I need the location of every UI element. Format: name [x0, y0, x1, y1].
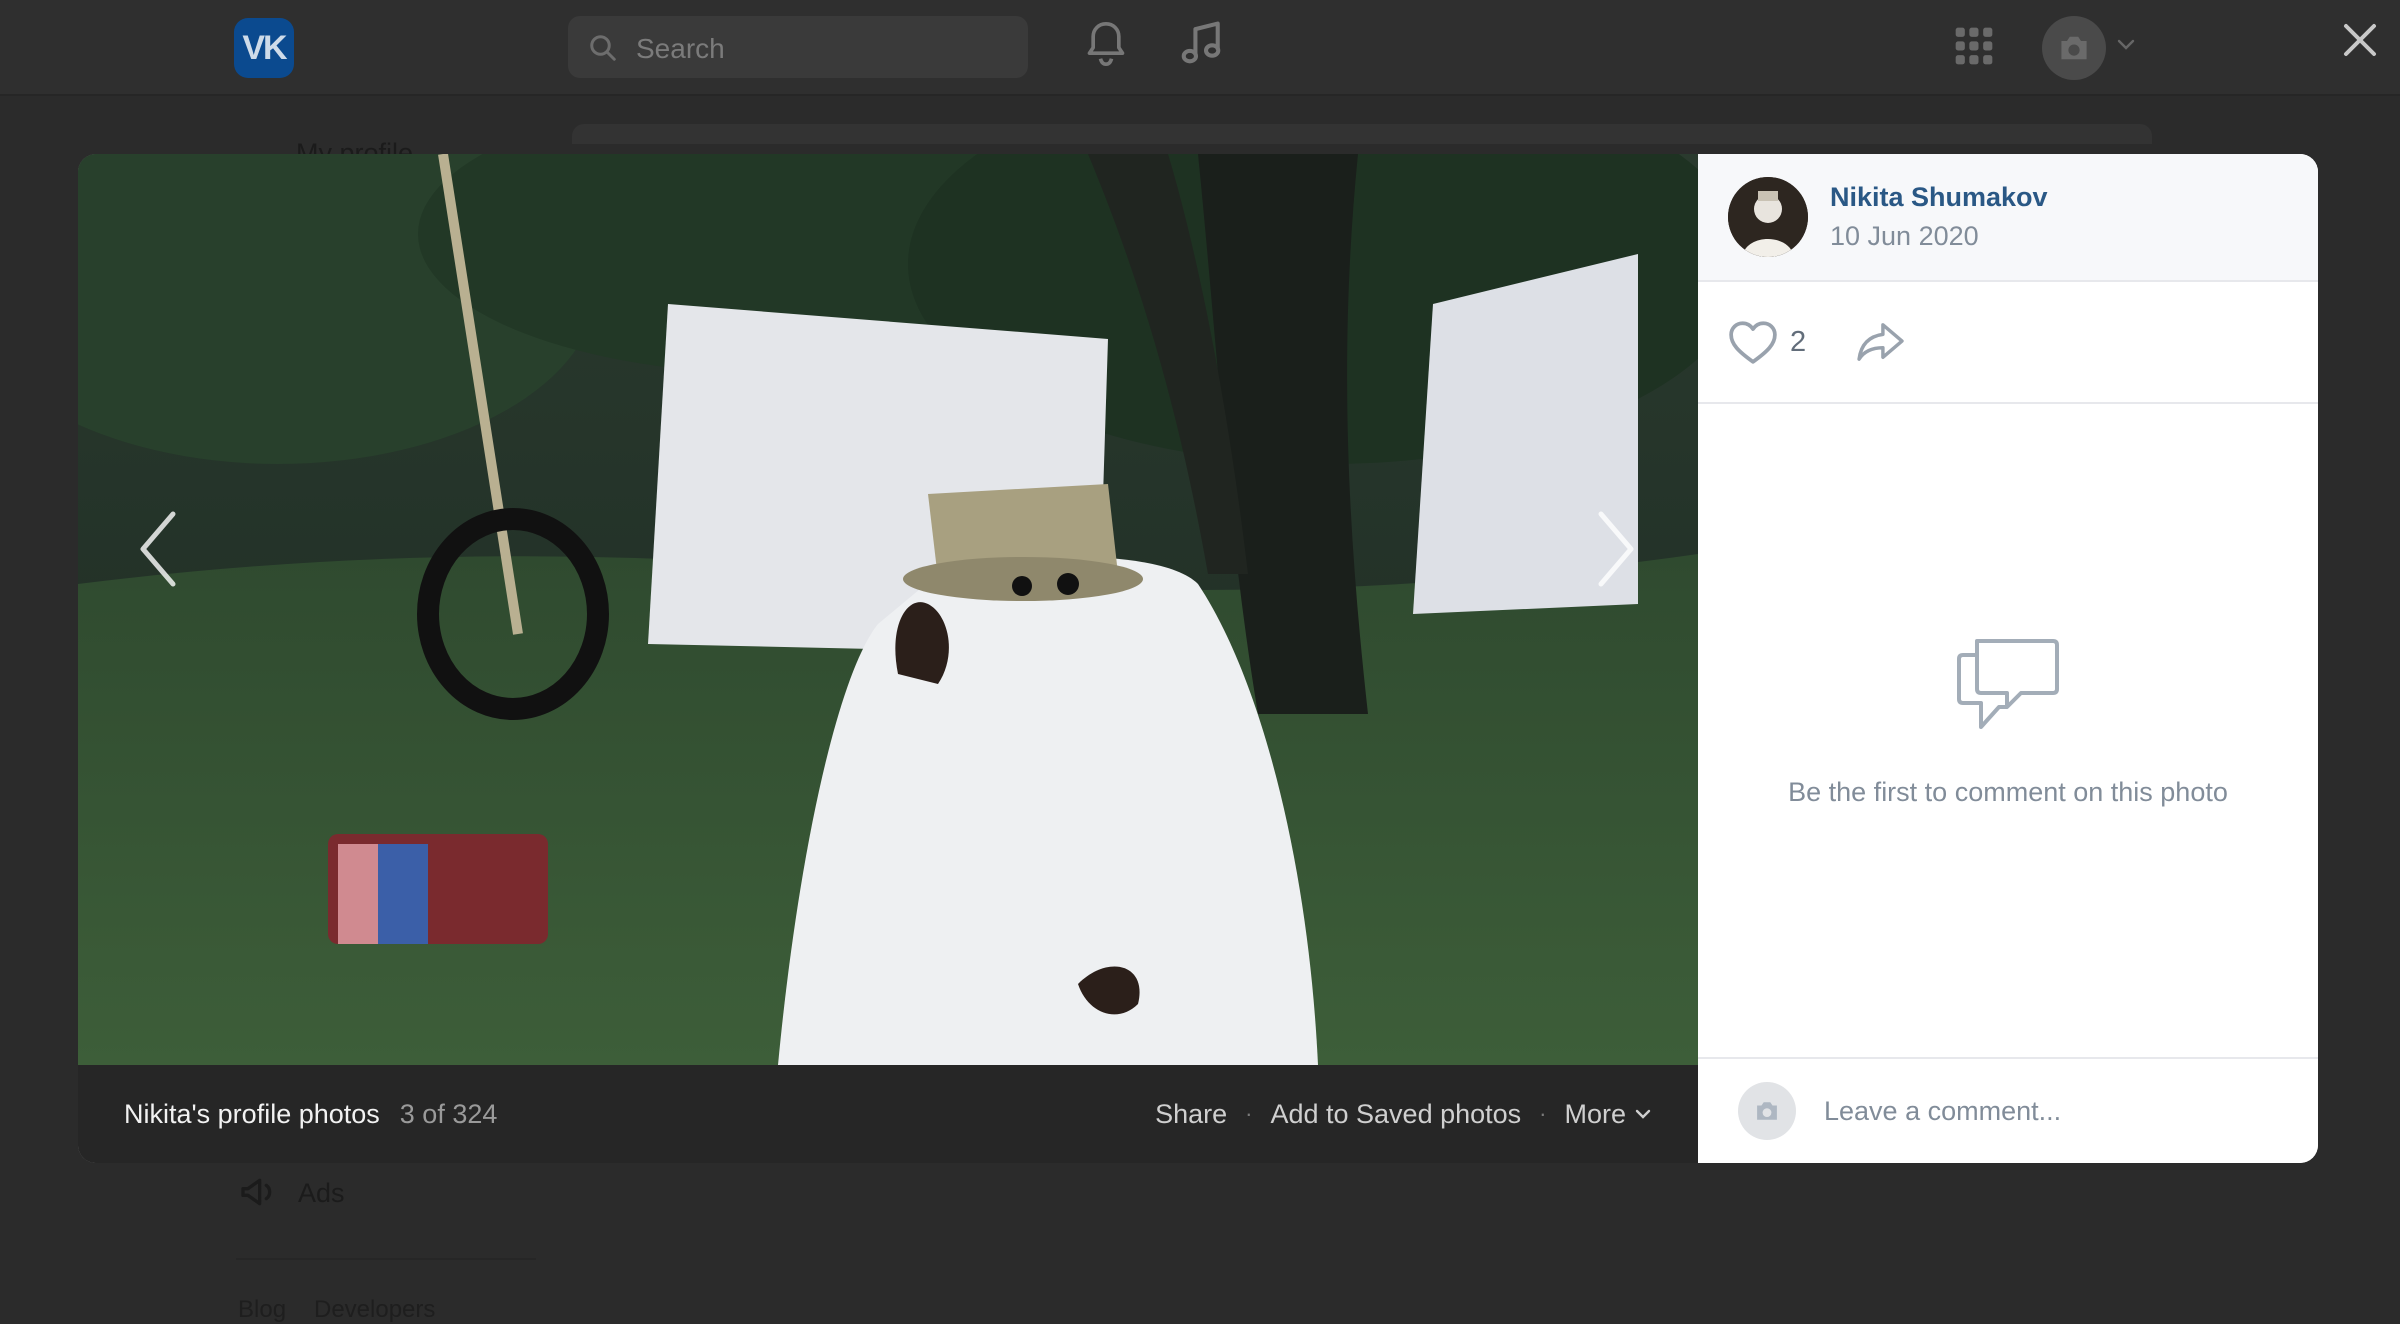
- comments-empty-state: Be the first to comment on this photo: [1698, 404, 2318, 1057]
- previous-photo-chevron-left-icon[interactable]: [128, 504, 188, 594]
- comment-input[interactable]: [1824, 1095, 2264, 1127]
- like-count: 2: [1790, 325, 1807, 358]
- footer-link-blog[interactable]: Blog: [238, 1296, 286, 1324]
- camera-icon: [1757, 1102, 1777, 1120]
- top-bar: VK Search: [0, 0, 2400, 96]
- music-icon[interactable]: [1178, 18, 1224, 70]
- photo[interactable]: [78, 154, 1698, 1065]
- comments-icon: [1957, 639, 2059, 729]
- photo-footer: Nikita's profile photos 3 of 324 Share ·…: [78, 1065, 1698, 1163]
- megaphone-icon: [241, 1178, 272, 1206]
- search-placeholder: Search: [636, 33, 725, 64]
- user-avatar[interactable]: [2042, 16, 2106, 80]
- vk-logo[interactable]: VK: [234, 18, 294, 78]
- chevron-down-icon[interactable]: [2116, 38, 2136, 52]
- add-to-saved-link[interactable]: Add to Saved photos: [1270, 1099, 1521, 1130]
- photo-actions: Share · Add to Saved photos · More: [1155, 1099, 1652, 1130]
- heart-icon: [1729, 321, 1777, 364]
- like-button[interactable]: 2: [1728, 319, 1806, 365]
- photo-counter: 3 of 324: [399, 1098, 498, 1129]
- author-name[interactable]: Nikita Shumakov: [1830, 182, 2048, 213]
- separator-dot: ·: [1539, 1101, 1547, 1126]
- photo-viewer-modal: Nikita's profile photos 3 of 324 Share ·…: [78, 154, 2318, 1163]
- comment-composer: [1698, 1057, 2318, 1163]
- camera-icon: [2061, 36, 2087, 60]
- author-avatar[interactable]: [1728, 177, 1808, 257]
- photo-side-panel: Nikita Shumakov 10 Jun 2020 2 Be the fir…: [1698, 154, 2318, 1163]
- share-icon[interactable]: [1856, 321, 1906, 363]
- separator-dot: ·: [1245, 1101, 1253, 1126]
- next-photo-chevron-right-icon[interactable]: [1586, 504, 1646, 594]
- post-date[interactable]: 10 Jun 2020: [1830, 221, 2048, 252]
- sidebar-divider: [236, 1258, 536, 1260]
- search-box[interactable]: Search: [568, 16, 1028, 78]
- background-feed-card: [572, 124, 2152, 144]
- commenter-avatar: [1738, 1082, 1796, 1140]
- footer-link-developers[interactable]: Developers: [314, 1296, 435, 1324]
- bell-icon[interactable]: [1084, 18, 1128, 70]
- photo-viewer: Nikita's profile photos 3 of 324 Share ·…: [78, 154, 1698, 1163]
- album-title[interactable]: Nikita's profile photos: [124, 1099, 380, 1130]
- author-block: Nikita Shumakov 10 Jun 2020: [1698, 154, 2318, 282]
- reaction-bar: 2: [1698, 282, 2318, 404]
- apps-grid-icon[interactable]: [1954, 26, 1994, 66]
- close-icon[interactable]: [2336, 16, 2384, 64]
- more-dropdown[interactable]: More: [1564, 1099, 1652, 1130]
- share-link[interactable]: Share: [1155, 1099, 1227, 1130]
- sidebar-item-ads[interactable]: Ads: [298, 1178, 345, 1209]
- empty-comments-text: Be the first to comment on this photo: [1788, 777, 2228, 807]
- more-label: More: [1564, 1098, 1626, 1129]
- chevron-down-icon: [1635, 1109, 1651, 1119]
- search-icon: [590, 35, 616, 61]
